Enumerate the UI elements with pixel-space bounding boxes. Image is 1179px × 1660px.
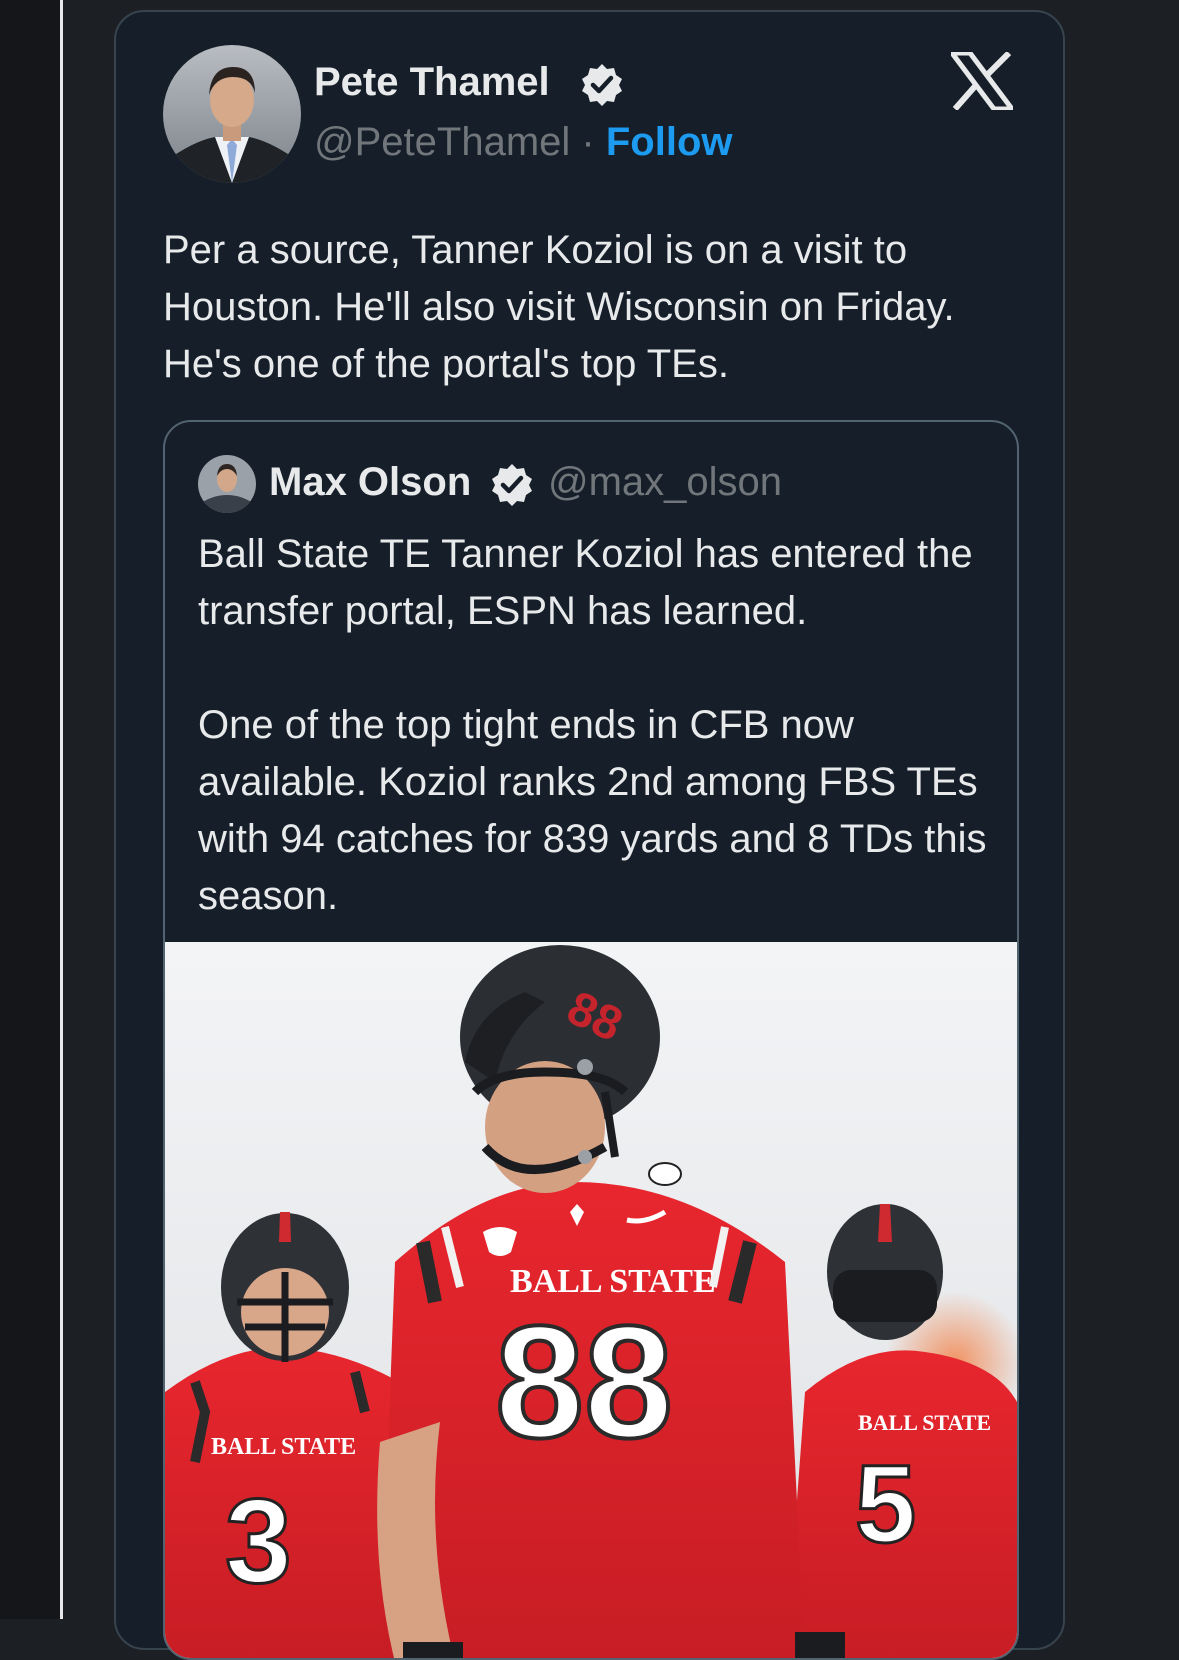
quoted-paragraph-1: Ball State TE Tanner Koziol has entered … bbox=[198, 532, 973, 633]
separator-dot: · bbox=[581, 120, 595, 164]
author-avatar[interactable] bbox=[163, 45, 301, 183]
right-jersey-number: 5 bbox=[855, 1443, 916, 1566]
quoted-author-handle[interactable]: @max_olson bbox=[548, 460, 782, 505]
main-jersey-number: 88 bbox=[495, 1292, 673, 1471]
left-divider-line bbox=[60, 0, 63, 1619]
author-name[interactable]: Pete Thamel bbox=[314, 60, 550, 105]
right-jersey-text: BALL STATE bbox=[858, 1410, 991, 1435]
verified-badge-icon bbox=[579, 62, 625, 113]
quoted-tweet-text: Ball State TE Tanner Koziol has entered … bbox=[198, 526, 988, 925]
quoted-tweet[interactable]: Max Olson @max_olson Ball State TE Tanne… bbox=[163, 420, 1019, 1660]
left-jersey-text: BALL STATE bbox=[211, 1434, 356, 1460]
embedded-tweet-card[interactable]: Pete Thamel @PeteThamel · Follow Per a s… bbox=[114, 10, 1065, 1660]
x-logo-icon[interactable] bbox=[949, 50, 1015, 115]
left-background-strip bbox=[0, 0, 60, 1619]
tweet-text: Per a source, Tanner Koziol is on a visi… bbox=[163, 228, 955, 386]
quoted-verified-badge-icon bbox=[489, 462, 535, 513]
author-handle[interactable]: @PeteThamel bbox=[314, 120, 570, 164]
follow-button[interactable]: Follow bbox=[606, 120, 733, 164]
tweet-media-photo[interactable]: BALL STATE 5 BALL STATE 3 88 BALL STATE … bbox=[165, 942, 1017, 1658]
quoted-paragraph-2: One of the top tight ends in CFB now ava… bbox=[198, 703, 987, 918]
author-handle-line: @PeteThamel · Follow bbox=[314, 120, 733, 165]
quoted-author-avatar[interactable] bbox=[198, 455, 256, 513]
quoted-author-name[interactable]: Max Olson bbox=[269, 460, 471, 505]
left-jersey-number: 3 bbox=[225, 1474, 292, 1608]
